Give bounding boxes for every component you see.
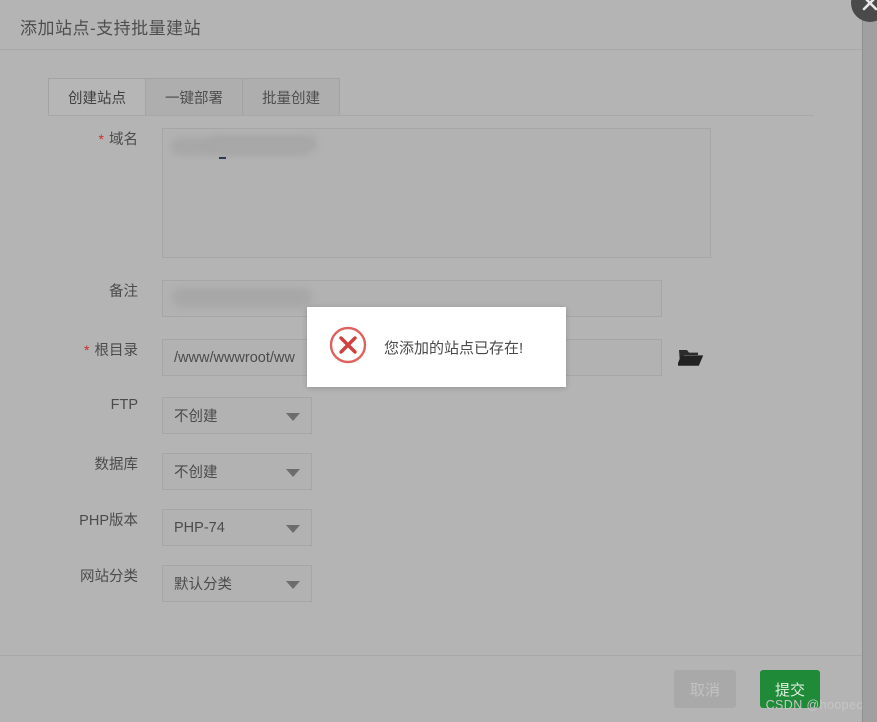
folder-icon[interactable]	[678, 346, 704, 373]
chevron-down-icon	[286, 469, 300, 477]
database-select[interactable]: 不创建	[162, 453, 312, 490]
watermark: CSDN @hoopec	[766, 698, 863, 712]
redacted-content	[172, 288, 312, 307]
cancel-button-label: 取消	[690, 679, 720, 700]
error-circle-x-icon	[328, 325, 368, 370]
page-right-edge	[862, 0, 877, 722]
tab-one-click-deploy[interactable]: 一键部署	[146, 78, 243, 116]
tab-batch-create[interactable]: 批量创建	[243, 78, 340, 116]
error-toast: 您添加的站点已存在!	[307, 307, 566, 387]
php-version-field-wrap: PHP-74	[162, 509, 312, 546]
root-dir-label: * 根目录	[0, 339, 138, 360]
required-marker: *	[99, 131, 104, 147]
add-site-dialog: 添加站点-支持批量建站 创建站点 一键部署 批量创建 * 域名	[0, 0, 862, 722]
remark-label: 备注	[0, 280, 138, 301]
tab-label: 创建站点	[68, 87, 126, 108]
submit-button-label: 提交	[775, 679, 805, 700]
database-label: 数据库	[0, 453, 138, 474]
database-label-text: 数据库	[95, 457, 139, 473]
ftp-label-text: FTP	[111, 397, 138, 413]
cancel-button[interactable]: 取消	[674, 670, 736, 708]
error-toast-message: 您添加的站点已存在!	[384, 337, 523, 358]
root-dir-value: /www/wwwroot/ww	[174, 350, 295, 366]
site-category-label: 网站分类	[0, 565, 138, 586]
site-category-select[interactable]: 默认分类	[162, 565, 312, 602]
site-category-field-wrap: 默认分类	[162, 565, 312, 602]
ftp-field-wrap: 不创建	[162, 397, 312, 434]
remark-label-text: 备注	[109, 284, 138, 300]
tab-label: 一键部署	[165, 87, 223, 108]
php-version-label: PHP版本	[0, 509, 138, 530]
chevron-down-icon	[286, 413, 300, 421]
chevron-down-icon	[286, 581, 300, 589]
site-category-label-text: 网站分类	[80, 569, 138, 585]
php-version-select[interactable]: PHP-74	[162, 509, 312, 546]
domain-label: * 域名	[0, 128, 138, 149]
text-caret	[219, 157, 226, 159]
domain-label-text: 域名	[109, 132, 138, 148]
tab-label: 批量创建	[262, 87, 320, 108]
form-row-site-category: 网站分类 默认分类	[0, 565, 862, 602]
site-category-value: 默认分类	[174, 573, 232, 594]
dialog-titlebar: 添加站点-支持批量建站	[0, 0, 862, 50]
database-field-wrap: 不创建	[162, 453, 312, 490]
root-dir-label-text: 根目录	[95, 343, 139, 359]
chevron-down-icon	[286, 525, 300, 533]
tab-create-site[interactable]: 创建站点	[48, 78, 146, 116]
ftp-value: 不创建	[174, 405, 218, 426]
dialog-footer: 取消 提交	[0, 655, 862, 722]
form-row-php-version: PHP版本 PHP-74	[0, 509, 862, 546]
tab-bar: 创建站点 一键部署 批量创建	[48, 78, 340, 116]
php-version-label-text: PHP版本	[79, 513, 138, 529]
redacted-content	[211, 136, 316, 151]
dialog-title: 添加站点-支持批量建站	[20, 14, 201, 39]
tab-bar-divider	[48, 115, 814, 116]
form-row-ftp: FTP 不创建	[0, 397, 862, 434]
domain-field-wrap	[162, 128, 711, 258]
domain-textarea[interactable]	[162, 128, 711, 258]
required-marker: *	[84, 342, 89, 358]
database-value: 不创建	[174, 461, 218, 482]
form-row-domain: * 域名	[0, 128, 862, 258]
form-row-database: 数据库 不创建	[0, 453, 862, 490]
ftp-select[interactable]: 不创建	[162, 397, 312, 434]
php-version-value: PHP-74	[174, 520, 225, 536]
ftp-label: FTP	[0, 397, 138, 413]
